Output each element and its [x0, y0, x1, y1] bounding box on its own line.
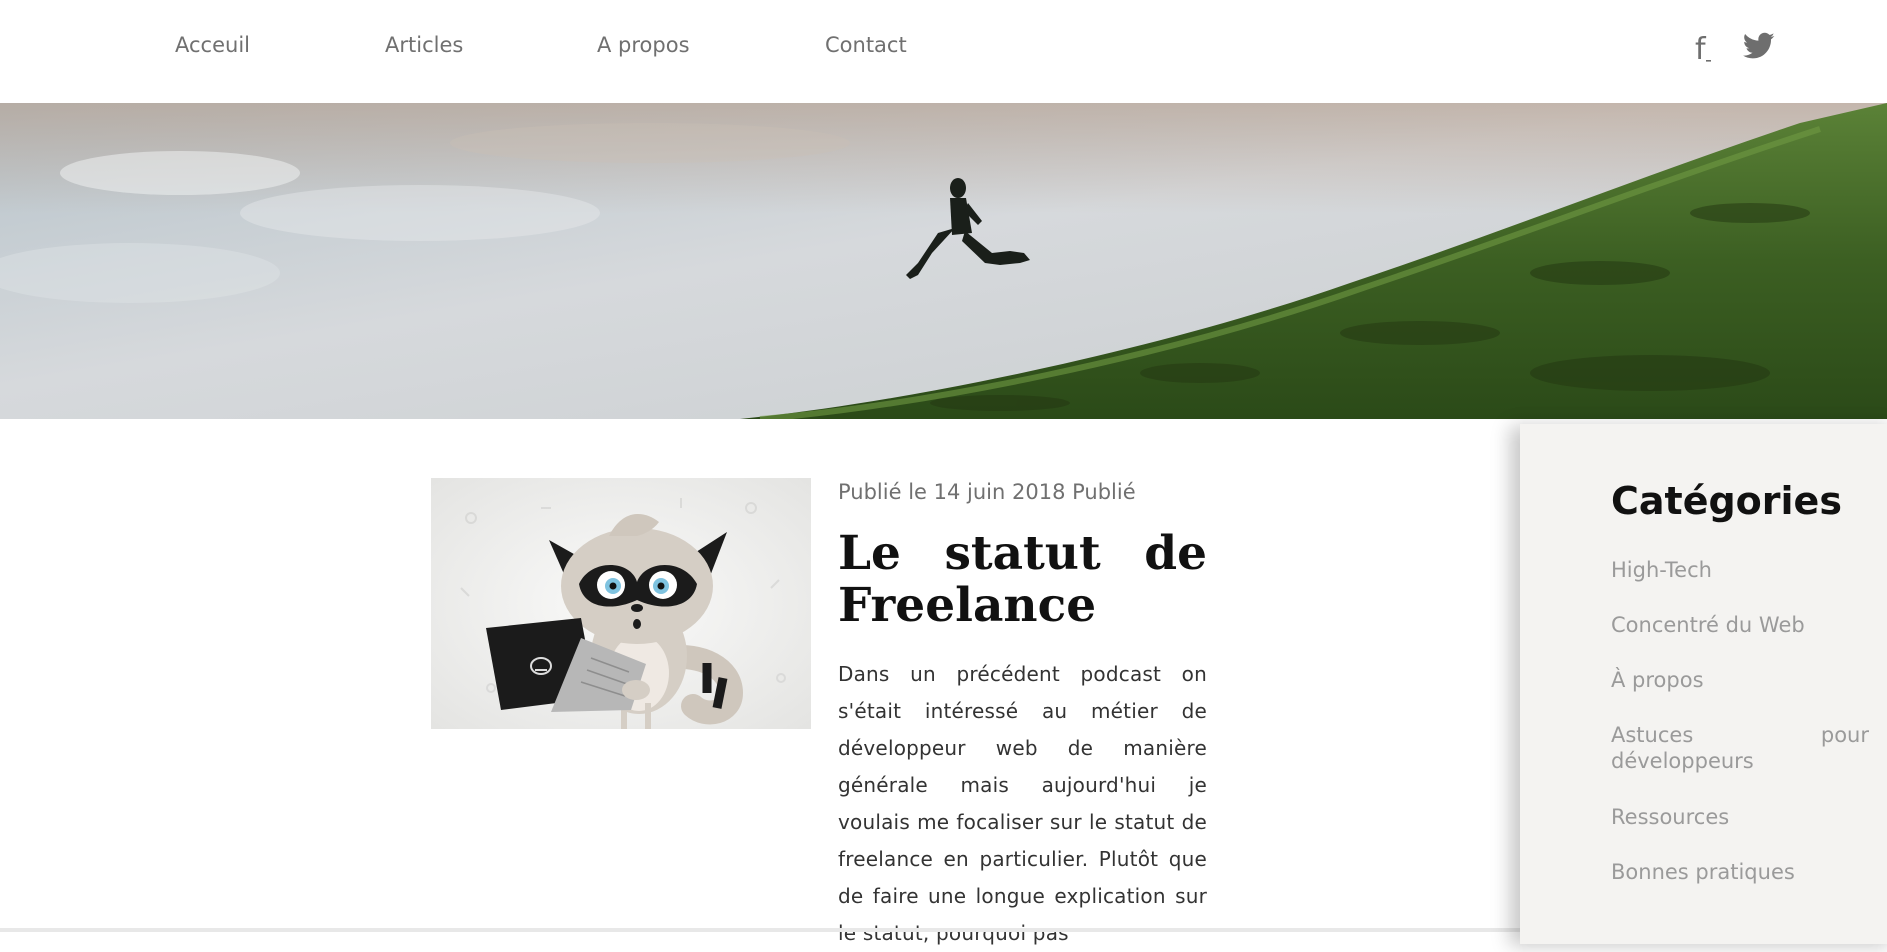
hero-illustration — [0, 103, 1887, 419]
nav-link-articles[interactable]: Articles — [385, 33, 463, 57]
twitter-glyph — [1742, 32, 1775, 59]
post-title-line1: Le statut de — [838, 528, 1207, 580]
article-thumbnail[interactable] — [431, 478, 811, 729]
category-bonnes-pratiques[interactable]: Bonnes pratiques — [1611, 859, 1869, 885]
category-concentre-du-web[interactable]: Concentré du Web — [1611, 612, 1869, 638]
categories-sidebar: Catégories High-Tech Concentré du Web À … — [1520, 424, 1887, 944]
facebook-icon[interactable]: f — [1692, 32, 1716, 69]
sidebar-title: Catégories — [1611, 479, 1842, 523]
twitter-icon[interactable] — [1742, 32, 1775, 65]
facebook-glyph: f — [1695, 32, 1711, 67]
category-a-propos[interactable]: À propos — [1611, 667, 1869, 693]
post-date: Publié le 14 juin 2018 Publié — [838, 480, 1136, 504]
post-excerpt: Dans un précédent podcast on s'était int… — [838, 662, 1207, 945]
post-title[interactable]: Le statut de Freelance — [838, 528, 1207, 632]
raccoon-laptop-illustration — [431, 478, 811, 729]
nav-link-a-propos[interactable]: A propos — [597, 33, 690, 57]
top-navbar: Acceuil Articles A propos Contact f — [0, 0, 1887, 103]
category-ressources[interactable]: Ressources — [1611, 804, 1869, 830]
post-title-line2: Freelance — [838, 578, 1097, 633]
hero-banner-image — [0, 103, 1887, 419]
nav-link-contact[interactable]: Contact — [825, 33, 907, 57]
post-title-word: statut — [944, 526, 1101, 581]
post-title-word: Le — [838, 526, 901, 581]
svg-text:f: f — [1695, 32, 1707, 64]
nav-link-acceuil[interactable]: Acceuil — [175, 33, 250, 57]
category-high-tech[interactable]: High-Tech — [1611, 557, 1869, 583]
category-astuces-pour-developpeurs[interactable]: Astuces pour développeurs — [1611, 722, 1869, 774]
post-title-word: de — [1144, 526, 1207, 581]
